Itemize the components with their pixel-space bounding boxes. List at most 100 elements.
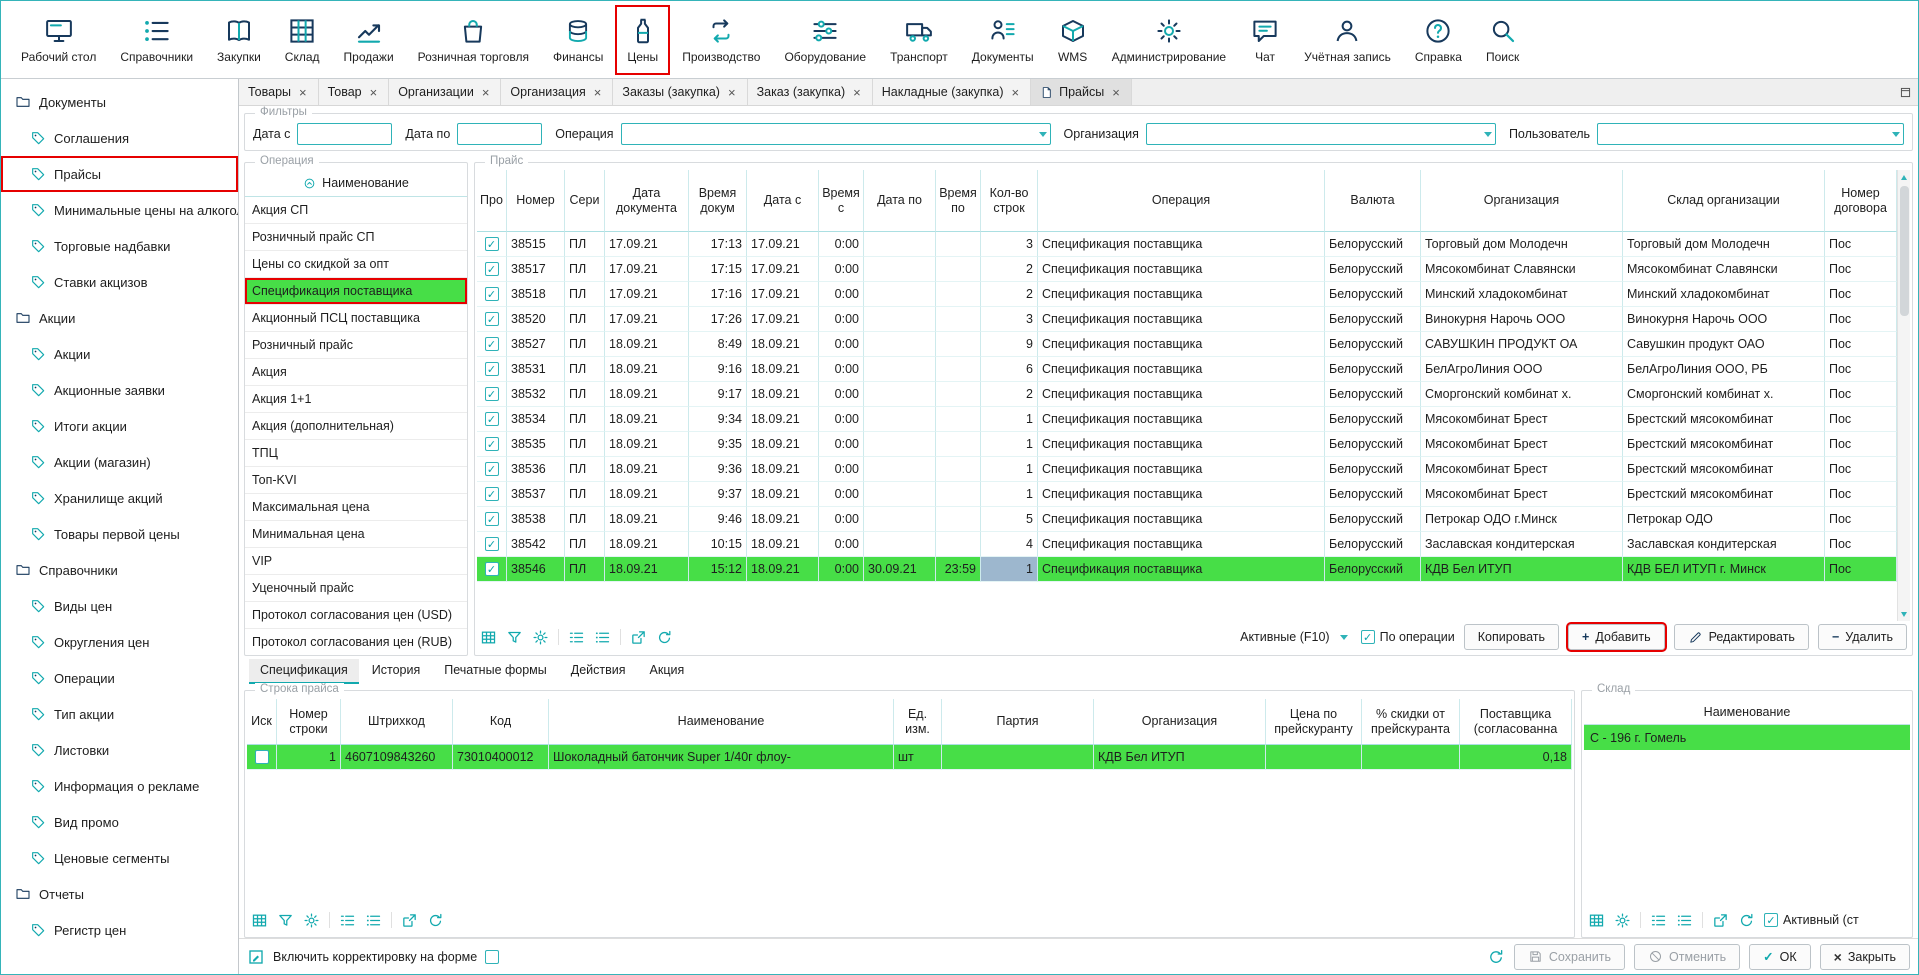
cell-operation[interactable]: Спецификация поставщика	[1038, 457, 1325, 482]
cell-doc-time[interactable]: 9:36	[689, 457, 747, 482]
operation-item[interactable]: Протокол согласования цен (RUB)	[245, 629, 467, 653]
vertical-scrollbar[interactable]	[1897, 170, 1910, 621]
cell-series[interactable]: ПЛ	[565, 257, 605, 282]
tab-close-icon[interactable]	[726, 85, 738, 100]
gear-icon[interactable]	[1614, 912, 1631, 929]
detail-tab[interactable]: Спецификация	[249, 659, 359, 684]
row-checkbox[interactable]	[485, 462, 499, 476]
refresh-icon[interactable]	[656, 629, 673, 646]
row-checkbox[interactable]	[485, 362, 499, 376]
cell-warehouse[interactable]: Мясокомбинат Славянски	[1623, 257, 1825, 282]
tab-close-icon[interactable]	[851, 85, 863, 100]
cell-barcode[interactable]: 4607109843260	[341, 745, 453, 770]
column-header[interactable]: Время докум	[689, 170, 747, 232]
cell-time-to[interactable]	[936, 507, 981, 532]
cell-date-to[interactable]	[864, 482, 936, 507]
detail-tab[interactable]: Действия	[560, 659, 637, 684]
cell-line-number[interactable]: 1	[277, 745, 341, 770]
toolbar-item[interactable]: Транспорт	[878, 5, 960, 75]
column-header[interactable]: Операция	[1038, 170, 1325, 232]
cell-time-to[interactable]	[936, 257, 981, 282]
price-row[interactable]: 38517 ПЛ 17.09.21 17:15 17.09.21 0:00	[477, 257, 1897, 282]
cell-time-to[interactable]	[936, 332, 981, 357]
cell-price-list-price[interactable]	[1266, 745, 1362, 770]
toolbar-item[interactable]: Продажи	[332, 5, 406, 75]
cell-doc-date[interactable]: 18.09.21	[605, 357, 689, 382]
cell-operation[interactable]: Спецификация поставщика	[1038, 357, 1325, 382]
filter-input[interactable]	[621, 123, 1051, 145]
cell-time-from[interactable]: 0:00	[819, 507, 864, 532]
cell-date-to[interactable]	[864, 357, 936, 382]
cell-contract[interactable]: Пос	[1825, 407, 1897, 432]
cell-warehouse[interactable]: Заславская кондитерская	[1623, 532, 1825, 557]
cell-posted[interactable]	[477, 357, 507, 382]
copy-button[interactable]: Копировать	[1464, 624, 1559, 650]
cell-excluded[interactable]	[247, 745, 277, 770]
cell-contract[interactable]: Пос	[1825, 532, 1897, 557]
active-warehouse-checkbox[interactable]	[1764, 913, 1778, 927]
price-row[interactable]: 38536 ПЛ 18.09.21 9:36 18.09.21 0:00 1	[477, 457, 1897, 482]
cell-contract[interactable]: Пос	[1825, 357, 1897, 382]
cell-date-from[interactable]: 18.09.21	[747, 407, 819, 432]
toolbar-item[interactable]: Рабочий стол	[9, 5, 108, 75]
row-checkbox[interactable]	[485, 537, 499, 551]
filter-input[interactable]	[1146, 123, 1496, 145]
operation-item[interactable]: Акция СП	[245, 197, 467, 224]
cell-date-from[interactable]: 18.09.21	[747, 432, 819, 457]
sidebar-item[interactable]: Регистр цен	[1, 912, 238, 948]
cell-date-to[interactable]	[864, 507, 936, 532]
cell-date-from[interactable]: 18.09.21	[747, 357, 819, 382]
cell-number[interactable]: 38537	[507, 482, 565, 507]
cell-contract[interactable]: Пос	[1825, 482, 1897, 507]
cell-warehouse[interactable]: Брестский мясокомбинат	[1623, 482, 1825, 507]
operation-item[interactable]: Протокол согласования цен (USD)	[245, 602, 467, 629]
cell-organization[interactable]: Торговый дом Молодечн	[1421, 232, 1623, 257]
cell-line-count[interactable]: 2	[981, 282, 1038, 307]
cell-operation[interactable]: Спецификация поставщика	[1038, 232, 1325, 257]
cell-line-count[interactable]: 2	[981, 382, 1038, 407]
cell-operation[interactable]: Спецификация поставщика	[1038, 282, 1325, 307]
cell-currency[interactable]: Белорусский	[1325, 232, 1421, 257]
sidebar-item[interactable]: Документы	[1, 84, 238, 120]
cell-time-to[interactable]	[936, 432, 981, 457]
warehouse-column-header[interactable]: Наименование	[1584, 699, 1910, 725]
column-header[interactable]: Сери	[565, 170, 605, 232]
cell-doc-date[interactable]: 18.09.21	[605, 482, 689, 507]
operation-item[interactable]: Спецификация поставщика	[245, 278, 467, 305]
cell-number[interactable]: 38527	[507, 332, 565, 357]
cell-operation[interactable]: Спецификация поставщика	[1038, 507, 1325, 532]
cell-contract[interactable]: Пос	[1825, 432, 1897, 457]
sidebar-item[interactable]: Виды цен	[1, 588, 238, 624]
document-tab[interactable]: Товар	[319, 79, 390, 105]
tab-close-icon[interactable]	[592, 85, 604, 100]
cell-number[interactable]: 38546	[507, 557, 565, 582]
cell-series[interactable]: ПЛ	[565, 232, 605, 257]
by-operation-toggle[interactable]: По операции	[1361, 630, 1455, 644]
refresh-icon[interactable]	[1738, 912, 1755, 929]
cell-time-from[interactable]: 0:00	[819, 257, 864, 282]
cell-posted[interactable]	[477, 307, 507, 332]
cell-line-count[interactable]: 2	[981, 257, 1038, 282]
cell-organization[interactable]: Заславская кондитерская	[1421, 532, 1623, 557]
column-header[interactable]: Организация	[1094, 699, 1266, 745]
active-warehouse-toggle[interactable]: Активный (ст	[1764, 913, 1859, 927]
cell-currency[interactable]: Белорусский	[1325, 432, 1421, 457]
column-header[interactable]: Иск	[247, 699, 277, 745]
tab-close-icon[interactable]	[297, 85, 309, 100]
refresh-icon[interactable]	[427, 912, 444, 929]
cancel-button[interactable]: Отменить	[1634, 944, 1740, 970]
price-row[interactable]: 38515 ПЛ 17.09.21 17:13 17.09.21 0:00	[477, 232, 1897, 257]
cell-operation[interactable]: Спецификация поставщика	[1038, 482, 1325, 507]
cell-posted[interactable]	[477, 407, 507, 432]
ok-button[interactable]: ОК	[1749, 944, 1811, 970]
cell-currency[interactable]: Белорусский	[1325, 257, 1421, 282]
cell-posted[interactable]	[477, 532, 507, 557]
scrollbar-thumb[interactable]	[1900, 186, 1909, 316]
toolbar-item[interactable]: Учётная запись	[1292, 5, 1403, 75]
cell-discount-percent[interactable]	[1362, 745, 1460, 770]
cell-currency[interactable]: Белорусский	[1325, 332, 1421, 357]
price-line-row[interactable]: 1 4607109843260 73010400012 Шоколадный б…	[247, 745, 1572, 770]
cell-date-to[interactable]	[864, 407, 936, 432]
cell-date-from[interactable]: 17.09.21	[747, 257, 819, 282]
cell-organization[interactable]: Сморгонский комбинат х.	[1421, 382, 1623, 407]
